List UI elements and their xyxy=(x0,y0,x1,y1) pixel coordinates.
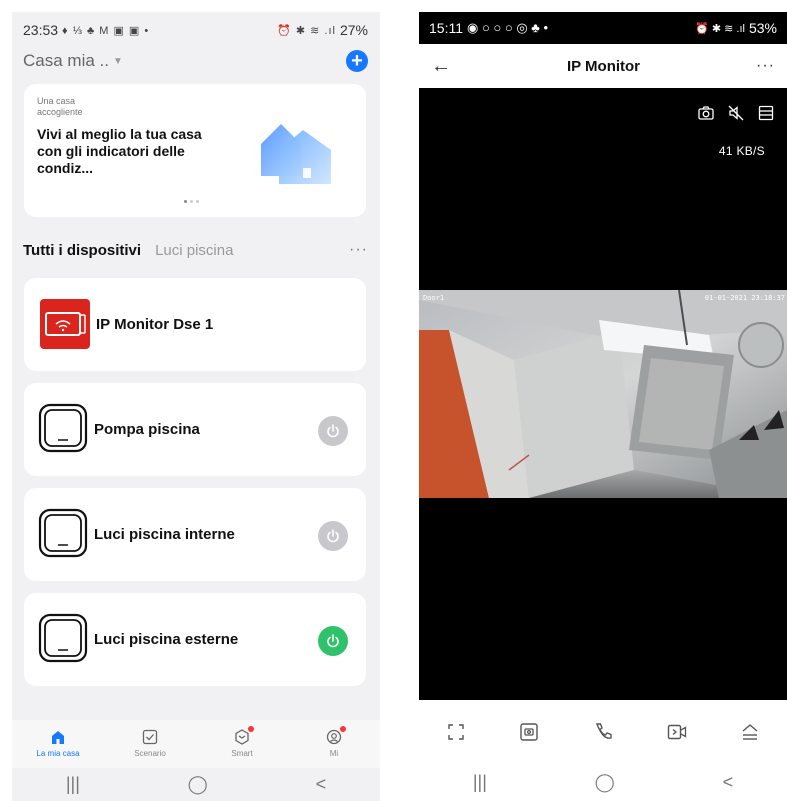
nav-smart[interactable]: Smart xyxy=(196,720,288,768)
home-button[interactable]: ◯ xyxy=(188,774,208,795)
house-illustration-icon xyxy=(261,124,331,184)
recent-apps-button[interactable]: ||| xyxy=(66,774,80,795)
switch-icon xyxy=(38,613,88,663)
back-button[interactable]: < xyxy=(723,772,734,793)
nav-me[interactable]: Mi xyxy=(288,720,380,768)
tab-all-devices[interactable]: Tutti i dispositivi xyxy=(23,242,141,259)
layout-icon[interactable] xyxy=(757,104,775,122)
power-icon xyxy=(327,529,339,543)
battery-level: 53% xyxy=(748,20,777,36)
bottom-navigation: La mia casa Scenario Smart Mi xyxy=(12,720,380,768)
nav-label: Scenario xyxy=(134,749,166,758)
recent-apps-button[interactable]: ||| xyxy=(473,772,487,793)
screenshot-icon[interactable] xyxy=(518,721,540,743)
switch-icon xyxy=(38,403,88,453)
power-icon xyxy=(327,634,339,648)
power-icon xyxy=(327,424,339,438)
banner-headline: Vivi al meglio la tua casa con gli indic… xyxy=(37,126,202,176)
status-bar: 23:53 ♦ ⅓ ♣ M ▣ ▣ • ⏰ ✱ ≋ .ıl 27% xyxy=(23,20,368,40)
camera-frame-image xyxy=(419,290,787,498)
device-card[interactable]: Pompa piscina xyxy=(24,383,366,476)
system-navigation-bar: ||| ◯ < xyxy=(419,764,787,801)
device-name: Pompa piscina xyxy=(94,421,200,438)
stream-bitrate: 41 KB/S xyxy=(718,144,765,158)
device-card[interactable]: Luci piscina interne xyxy=(24,488,366,581)
system-navigation-bar: ||| ◯ < xyxy=(12,768,380,801)
home-header: Casa mia .. ▼ + xyxy=(23,49,368,73)
device-name: Luci piscina interne xyxy=(94,526,235,543)
device-card[interactable]: IP Monitor Dse 1 xyxy=(24,278,366,371)
plus-circle-icon[interactable]: + xyxy=(346,50,368,72)
system-status-icons: ⏰ ✱ ≋ .ıl xyxy=(695,22,745,35)
device-tabs: Tutti i dispositivi Luci piscina ··· xyxy=(23,239,368,261)
tab-luci-piscina[interactable]: Luci piscina xyxy=(155,242,233,259)
camera-osd-timestamp: 01-01-2021 23:18:37 xyxy=(704,294,785,302)
home-icon xyxy=(52,731,64,744)
ip-monitor-icon xyxy=(40,299,90,349)
mute-icon[interactable] xyxy=(727,104,745,122)
left-phone-screen: 23:53 ♦ ⅓ ♣ M ▣ ▣ • ⏰ ✱ ≋ .ıl 27% Casa m… xyxy=(12,12,380,801)
system-status-icons: ⏰ ✱ ≋ .ıl xyxy=(277,24,336,37)
status-bar: 15:11 ◉ ○ ○ ○ ◎ ♣ • ⏰ ✱ ≋ .ıl 53% xyxy=(419,12,787,44)
nav-label: Smart xyxy=(231,749,253,758)
promo-banner[interactable]: Una casa accogliente Vivi al meglio la t… xyxy=(24,84,366,217)
scenario-icon xyxy=(142,729,158,745)
snapshot-icon[interactable] xyxy=(697,104,715,122)
camera-video-feed[interactable]: Door1 01-01-2021 23:18:37 xyxy=(419,290,787,498)
notification-icons: ♦ ⅓ ♣ M ▣ ▣ • xyxy=(62,24,150,37)
power-toggle-button[interactable] xyxy=(318,626,348,656)
power-toggle-button[interactable] xyxy=(318,521,348,551)
camera-osd-label: Door1 xyxy=(423,294,445,302)
chevron-down-icon: ▼ xyxy=(112,55,123,67)
notification-dot xyxy=(248,726,254,732)
banner-subtitle: Una casa accogliente xyxy=(37,96,83,117)
notification-icons: ◉ ○ ○ ○ ◎ ♣ • xyxy=(467,20,548,35)
phone-icon[interactable] xyxy=(592,721,614,743)
nav-label: La mia casa xyxy=(36,749,80,758)
nav-scenario[interactable]: Scenario xyxy=(104,720,196,768)
notification-dot xyxy=(340,726,346,732)
fullscreen-icon[interactable] xyxy=(445,721,467,743)
device-card[interactable]: Luci piscina esterne xyxy=(24,593,366,686)
carousel-dots xyxy=(184,200,199,203)
control-bar xyxy=(419,700,787,764)
nav-home[interactable]: La mia casa xyxy=(12,720,104,768)
more-options-icon[interactable]: ··· xyxy=(349,241,368,259)
back-button[interactable]: < xyxy=(316,774,327,795)
arrow-left-icon[interactable]: ← xyxy=(431,55,451,78)
status-time: 15:11 xyxy=(429,20,463,36)
device-name: IP Monitor Dse 1 xyxy=(96,316,214,333)
home-name: Casa mia .. xyxy=(23,51,109,70)
nav-label: Mi xyxy=(329,749,339,758)
home-button[interactable]: ◯ xyxy=(595,772,615,793)
home-selector[interactable]: Casa mia .. ▼ xyxy=(23,51,123,71)
expand-up-icon[interactable] xyxy=(739,721,761,743)
right-phone-screen: 15:11 ◉ ○ ○ ○ ◎ ♣ • ⏰ ✱ ≋ .ıl 53% ← IP M… xyxy=(419,12,787,801)
app-header: ← IP Monitor ··· xyxy=(419,44,787,88)
status-time: 23:53 xyxy=(23,22,59,38)
page-title: IP Monitor xyxy=(566,57,641,75)
switch-icon xyxy=(38,508,88,558)
battery-level: 27% xyxy=(339,22,368,38)
more-options-icon[interactable]: ··· xyxy=(756,57,775,75)
device-name: Luci piscina esterne xyxy=(94,631,239,648)
record-icon[interactable] xyxy=(666,721,688,743)
power-toggle-button[interactable] xyxy=(318,416,348,446)
camera-toolbar xyxy=(697,104,775,122)
